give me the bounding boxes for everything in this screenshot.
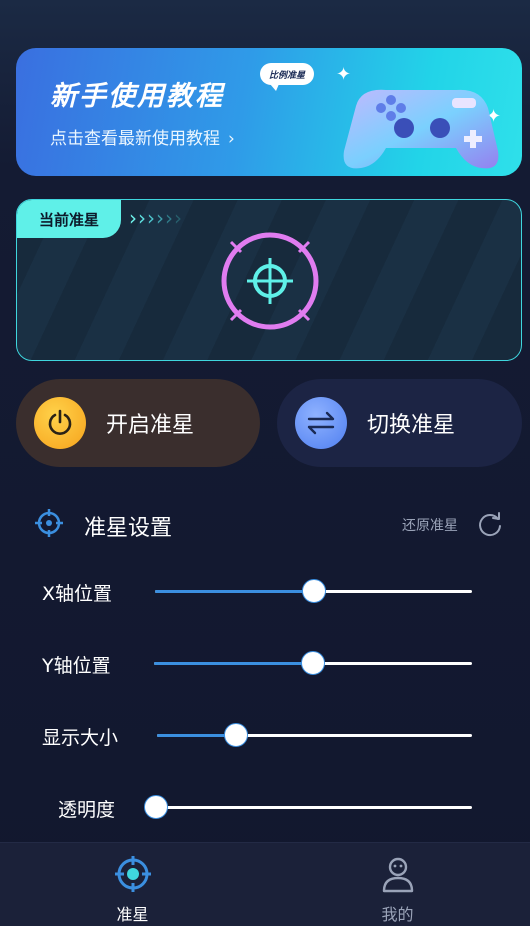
slider-thumb[interactable] xyxy=(223,723,248,747)
banner-title: 新手使用教程 xyxy=(50,81,224,112)
tab-label: 准星 xyxy=(116,905,149,924)
slider-label: Y轴位置 xyxy=(42,655,111,677)
slider-label: 显示大小 xyxy=(42,727,119,749)
slider-display-size: 显示大小 xyxy=(0,715,530,755)
slider-fill xyxy=(155,590,314,593)
slider-y-position: Y轴位置 xyxy=(0,643,530,683)
slider-opacity: 透明度 xyxy=(0,787,530,827)
slider-track[interactable] xyxy=(157,723,472,747)
crosshair-preview-icon xyxy=(221,232,319,330)
current-crosshair-tag: 当前准星 xyxy=(17,200,121,238)
crosshair-settings-header: 准星设置 还原准星 xyxy=(34,508,504,541)
tutorial-banner[interactable]: 新手使用教程 比例准星 点击查看最新使用教程 › ✦ ✦ xyxy=(16,48,522,176)
slider-thumb[interactable] xyxy=(144,795,168,819)
banner-bubble: 比例准星 xyxy=(260,63,314,91)
slider-thumb[interactable] xyxy=(301,651,325,675)
slider-thumb[interactable] xyxy=(301,579,326,603)
swap-icon xyxy=(295,397,347,449)
slider-x-position: X轴位置 xyxy=(0,571,530,611)
enable-crosshair-label: 开启准星 xyxy=(106,413,195,438)
user-icon xyxy=(382,857,414,893)
target-icon xyxy=(35,509,63,537)
slider-track[interactable] xyxy=(155,579,472,603)
slider-label: 透明度 xyxy=(58,799,116,821)
power-icon xyxy=(34,397,86,449)
bottom-tab-bar: 准星 我的 xyxy=(0,842,530,926)
tab-label: 我的 xyxy=(381,905,414,924)
gamepad-icon xyxy=(343,89,499,169)
switch-crosshair-button[interactable]: 切换准星 xyxy=(277,379,522,467)
switch-crosshair-label: 切换准星 xyxy=(367,413,456,438)
slider-fill xyxy=(154,662,313,665)
reset-crosshair-label[interactable]: 还原准星 xyxy=(402,515,458,535)
chevrons-decoration: ›››››› xyxy=(129,206,183,230)
tab-crosshair[interactable]: 准星 xyxy=(0,843,265,926)
enable-crosshair-button[interactable]: 开启准星 xyxy=(16,379,260,467)
refresh-icon[interactable] xyxy=(476,510,504,538)
slider-track[interactable] xyxy=(144,795,472,819)
settings-title: 准星设置 xyxy=(84,516,173,541)
current-crosshair-card: 当前准星 ›››››› xyxy=(16,199,522,361)
banner-subtitle-text: 点击查看最新使用教程 xyxy=(50,129,220,149)
crosshair-icon xyxy=(115,856,151,892)
slider-label: X轴位置 xyxy=(42,583,113,605)
tab-mine[interactable]: 我的 xyxy=(265,843,530,926)
banner-subtitle[interactable]: 点击查看最新使用教程 › xyxy=(50,124,235,149)
chevron-right-icon: › xyxy=(228,129,235,149)
slider-track[interactable] xyxy=(154,651,472,675)
